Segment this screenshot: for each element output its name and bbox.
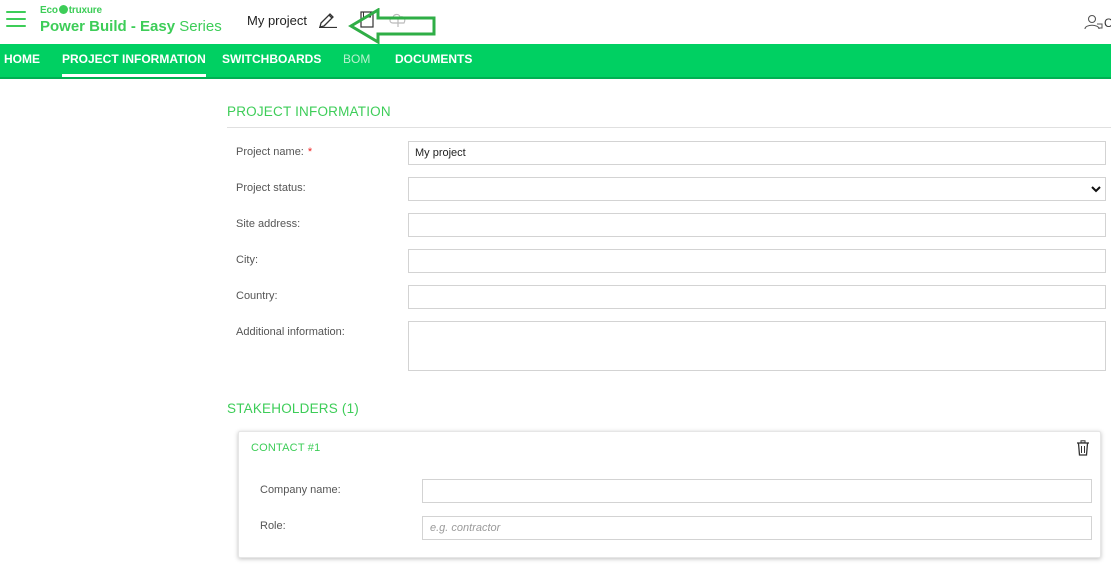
app-header: Eco truxure Power Build - Easy Series My … [0, 0, 1111, 44]
cloud-upload-icon[interactable] [388, 10, 410, 28]
company-name-label: Company name: [260, 484, 341, 496]
nav-tab-project-information[interactable]: PROJECT INFORMATION [62, 44, 206, 77]
stakeholders-title: STAKEHOLDERS (1) [227, 401, 359, 416]
project-information-title: PROJECT INFORMATION [227, 104, 391, 119]
role-input[interactable] [422, 516, 1092, 540]
hamburger-menu-icon[interactable] [6, 11, 26, 27]
contact-card-title: CONTACT #1 [251, 442, 321, 454]
brand-ecostruxure-logo: Eco truxure [40, 5, 102, 16]
nav-tab-home[interactable]: HOME [4, 44, 40, 77]
user-initial[interactable]: C [1104, 16, 1111, 30]
city-label: City: [236, 254, 258, 266]
pencil-edit-icon[interactable] [318, 10, 338, 28]
project-title: My project [247, 13, 307, 28]
role-label: Role: [260, 520, 286, 532]
required-marker: * [307, 146, 313, 158]
additional-information-label: Additional information: [236, 326, 345, 338]
country-label: Country: [236, 290, 278, 302]
site-address-input[interactable] [408, 213, 1106, 237]
save-icon[interactable] [360, 10, 374, 28]
project-name-label: Project name: * [236, 146, 313, 158]
additional-information-textarea[interactable] [408, 321, 1106, 371]
city-input[interactable] [408, 249, 1106, 273]
section-divider [227, 127, 1111, 128]
nav-tab-switchboards[interactable]: SWITCHBOARDS [222, 44, 321, 77]
app-name: Power Build - Easy Series [40, 18, 222, 35]
main-nav: HOME PROJECT INFORMATION SWITCHBOARDS BO… [0, 44, 1111, 79]
contact-card: CONTACT #1 Company name: Role: [238, 431, 1101, 558]
app-name-bold: Power Build - Easy [40, 18, 176, 35]
project-name-input[interactable] [408, 141, 1106, 165]
trash-icon[interactable] [1076, 440, 1090, 456]
nav-tab-documents[interactable]: DOCUMENTS [395, 44, 472, 77]
country-input[interactable] [408, 285, 1106, 309]
project-status-label: Project status: [236, 182, 306, 194]
user-icon[interactable] [1084, 14, 1104, 30]
site-address-label: Site address: [236, 218, 301, 230]
app-name-light: Series [179, 18, 222, 35]
chevron-down-icon [1091, 186, 1101, 193]
project-status-select[interactable] [408, 177, 1106, 201]
company-name-input[interactable] [422, 479, 1092, 503]
nav-tab-bom[interactable]: BOM [343, 44, 370, 77]
